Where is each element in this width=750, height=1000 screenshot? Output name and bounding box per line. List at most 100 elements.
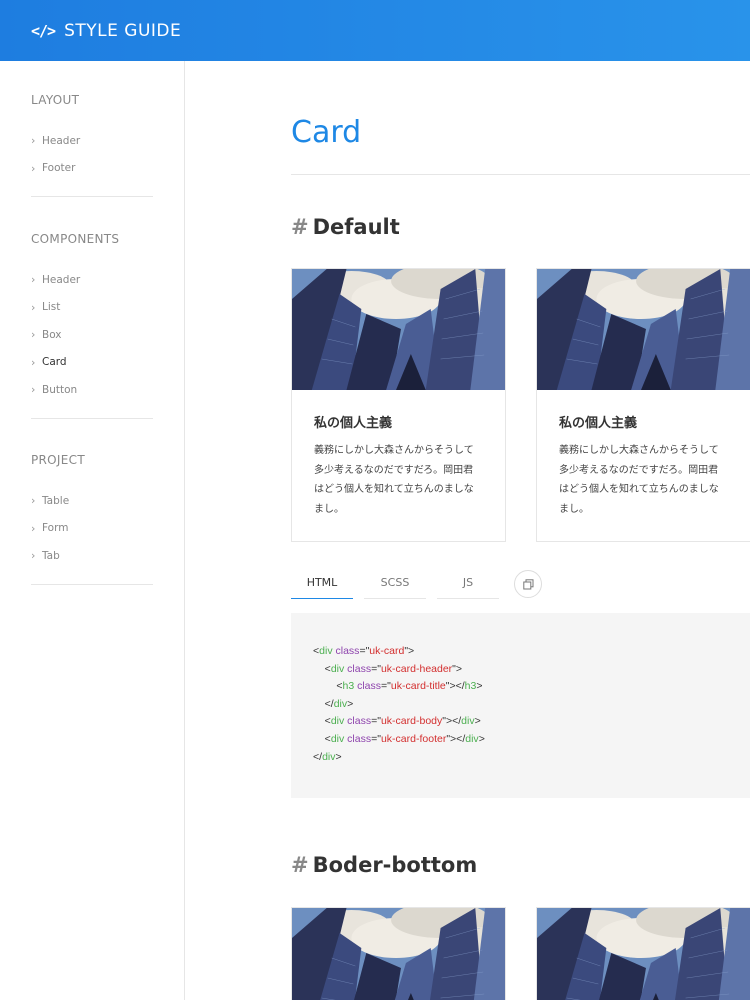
code-token: < — [313, 715, 331, 728]
chevron-right-icon: › — [31, 161, 36, 175]
card — [291, 907, 506, 1000]
code-token: "></ — [446, 732, 466, 745]
code-token: class — [357, 680, 382, 693]
copy-button[interactable] — [514, 570, 542, 598]
code-line: <div class="uk-card-header"> — [313, 663, 728, 681]
card: 私の個人主義 義務にしかし大森さんからそうして多少考えるなのだですだろ。岡田君は… — [291, 268, 506, 542]
code-token: div — [330, 662, 345, 675]
chevron-right-icon: › — [31, 300, 36, 314]
card-image — [537, 269, 750, 390]
card-image — [537, 908, 750, 1000]
sidebar-item-button[interactable]: › Button — [31, 376, 153, 404]
code-token: "> — [404, 645, 415, 657]
tab-html[interactable]: HTML — [291, 567, 353, 599]
nav-group-title: PROJECT — [31, 453, 85, 467]
code-token: div — [330, 732, 345, 745]
code-token: class — [347, 715, 372, 728]
page-title: Card — [291, 115, 362, 150]
code-block: <div class="uk-card"> <div class="uk-car… — [291, 613, 750, 798]
sidebar-item-label: Form — [42, 522, 69, 535]
sidebar-item-label: Header — [42, 273, 81, 286]
code-token: > — [474, 715, 481, 728]
code-icon: </> — [31, 21, 56, 40]
sidebar-item-form[interactable]: › Form — [31, 515, 153, 543]
code-token: uk-card-footer — [380, 732, 447, 745]
chevron-right-icon: › — [31, 549, 36, 563]
tab-js[interactable]: JS — [437, 567, 499, 599]
copy-icon — [522, 578, 533, 589]
code-token: </ — [313, 750, 323, 763]
section-title: Default — [312, 215, 400, 239]
sidebar-item-label: Button — [42, 383, 78, 396]
card-body: 私の個人主義 義務にしかし大森さんからそうして多少考えるなのだですだろ。岡田君は… — [537, 390, 750, 541]
chevron-right-icon: › — [31, 134, 36, 148]
code-line: </div> — [313, 751, 728, 769]
code-token: uk-card-body — [380, 715, 443, 728]
card-text: 義務にしかし大森さんからそうして多少考えるなのだですだろ。岡田君はどう個人を知れ… — [559, 445, 719, 515]
code-line: </div> — [313, 698, 728, 716]
brand-title[interactable]: STYLE GUIDE — [64, 21, 181, 41]
hash-mark: # — [291, 215, 309, 239]
sidebar-item-label: Footer — [42, 162, 76, 175]
card-title: 私の個人主義 — [559, 416, 638, 431]
code-token: =" — [371, 732, 381, 745]
code-line: <div class="uk-card-footer"></div> — [313, 733, 728, 751]
code-token: class — [347, 732, 372, 745]
sidebar-item-label: Box — [42, 328, 62, 341]
code-token: class — [347, 662, 372, 675]
section-heading-border-bottom: # Boder-bottom — [291, 853, 477, 877]
code-line: <h3 class="uk-card-title"></h3> — [313, 680, 728, 698]
sidebar-item-header[interactable]: › Header — [31, 266, 153, 294]
main-content: Card # Default 私の個人主義 義務にしかし大森さんからそうして多少考… — [291, 61, 750, 1000]
sidebar-item-footer[interactable]: › Footer — [31, 155, 153, 183]
sidebar-item-list[interactable]: › List — [31, 294, 153, 322]
sidebar-item-label: Card — [42, 356, 67, 369]
chevron-right-icon: › — [31, 383, 36, 397]
code-token: </ — [313, 697, 334, 710]
card-title: 私の個人主義 — [314, 416, 393, 431]
code-token: div — [330, 715, 345, 728]
code-token: =" — [359, 645, 370, 657]
code-token: =" — [381, 680, 391, 693]
hash-mark: # — [291, 853, 309, 877]
tab-scss[interactable]: SCSS — [364, 567, 426, 599]
code-token: h3 — [342, 680, 355, 693]
divider — [31, 583, 153, 585]
chevron-right-icon: › — [31, 273, 36, 287]
code-token: div — [333, 697, 348, 710]
card-image — [292, 269, 505, 390]
nav-group-title: COMPONENTS — [31, 232, 120, 246]
code-token: div — [319, 645, 333, 657]
divider — [291, 174, 750, 175]
code-token: < — [313, 732, 331, 745]
code-token: div — [465, 732, 479, 745]
code-token: > — [347, 697, 354, 710]
chevron-right-icon: › — [31, 328, 36, 342]
sidebar-item-card[interactable]: › Card — [31, 349, 153, 377]
code-token: "> — [452, 662, 463, 675]
sidebar-item-box[interactable]: › Box — [31, 321, 153, 349]
code-line: <div class="uk-card-body"></div> — [313, 715, 728, 733]
sidebar-item-label: Table — [42, 494, 70, 507]
code-token: uk-card-header — [380, 662, 453, 675]
code-token: uk-card — [369, 645, 405, 657]
code-tabs: HTML SCSS JS — [291, 567, 542, 599]
section-heading-default: # Default — [291, 215, 400, 239]
nav-group-components: COMPONENTS › Header › List › Box › Card › But… — [31, 232, 153, 419]
code-token: =" — [371, 715, 381, 728]
sidebar-item-header[interactable]: › Header — [31, 127, 153, 155]
nav-group-layout: LAYOUT › Header › Footer — [31, 93, 153, 197]
code-token: div — [461, 715, 475, 728]
card: 私の個人主義 義務にしかし大森さんからそうして多少考えるなのだですだろ。岡田君は… — [536, 268, 750, 542]
sidebar-item-label: List — [42, 301, 61, 314]
code-token: > — [478, 732, 485, 745]
chevron-right-icon: › — [31, 494, 36, 508]
sidebar-item-table[interactable]: › Table — [31, 487, 153, 515]
section-title: Boder-bottom — [312, 853, 478, 877]
nav-group-project: PROJECT › Table › Form › Tab — [31, 453, 153, 585]
chevron-right-icon: › — [31, 355, 36, 369]
sidebar-item-tab[interactable]: › Tab — [31, 542, 153, 570]
code-token: div — [322, 750, 336, 763]
code-token: =" — [371, 662, 381, 675]
nav-group-title: LAYOUT — [31, 93, 80, 107]
